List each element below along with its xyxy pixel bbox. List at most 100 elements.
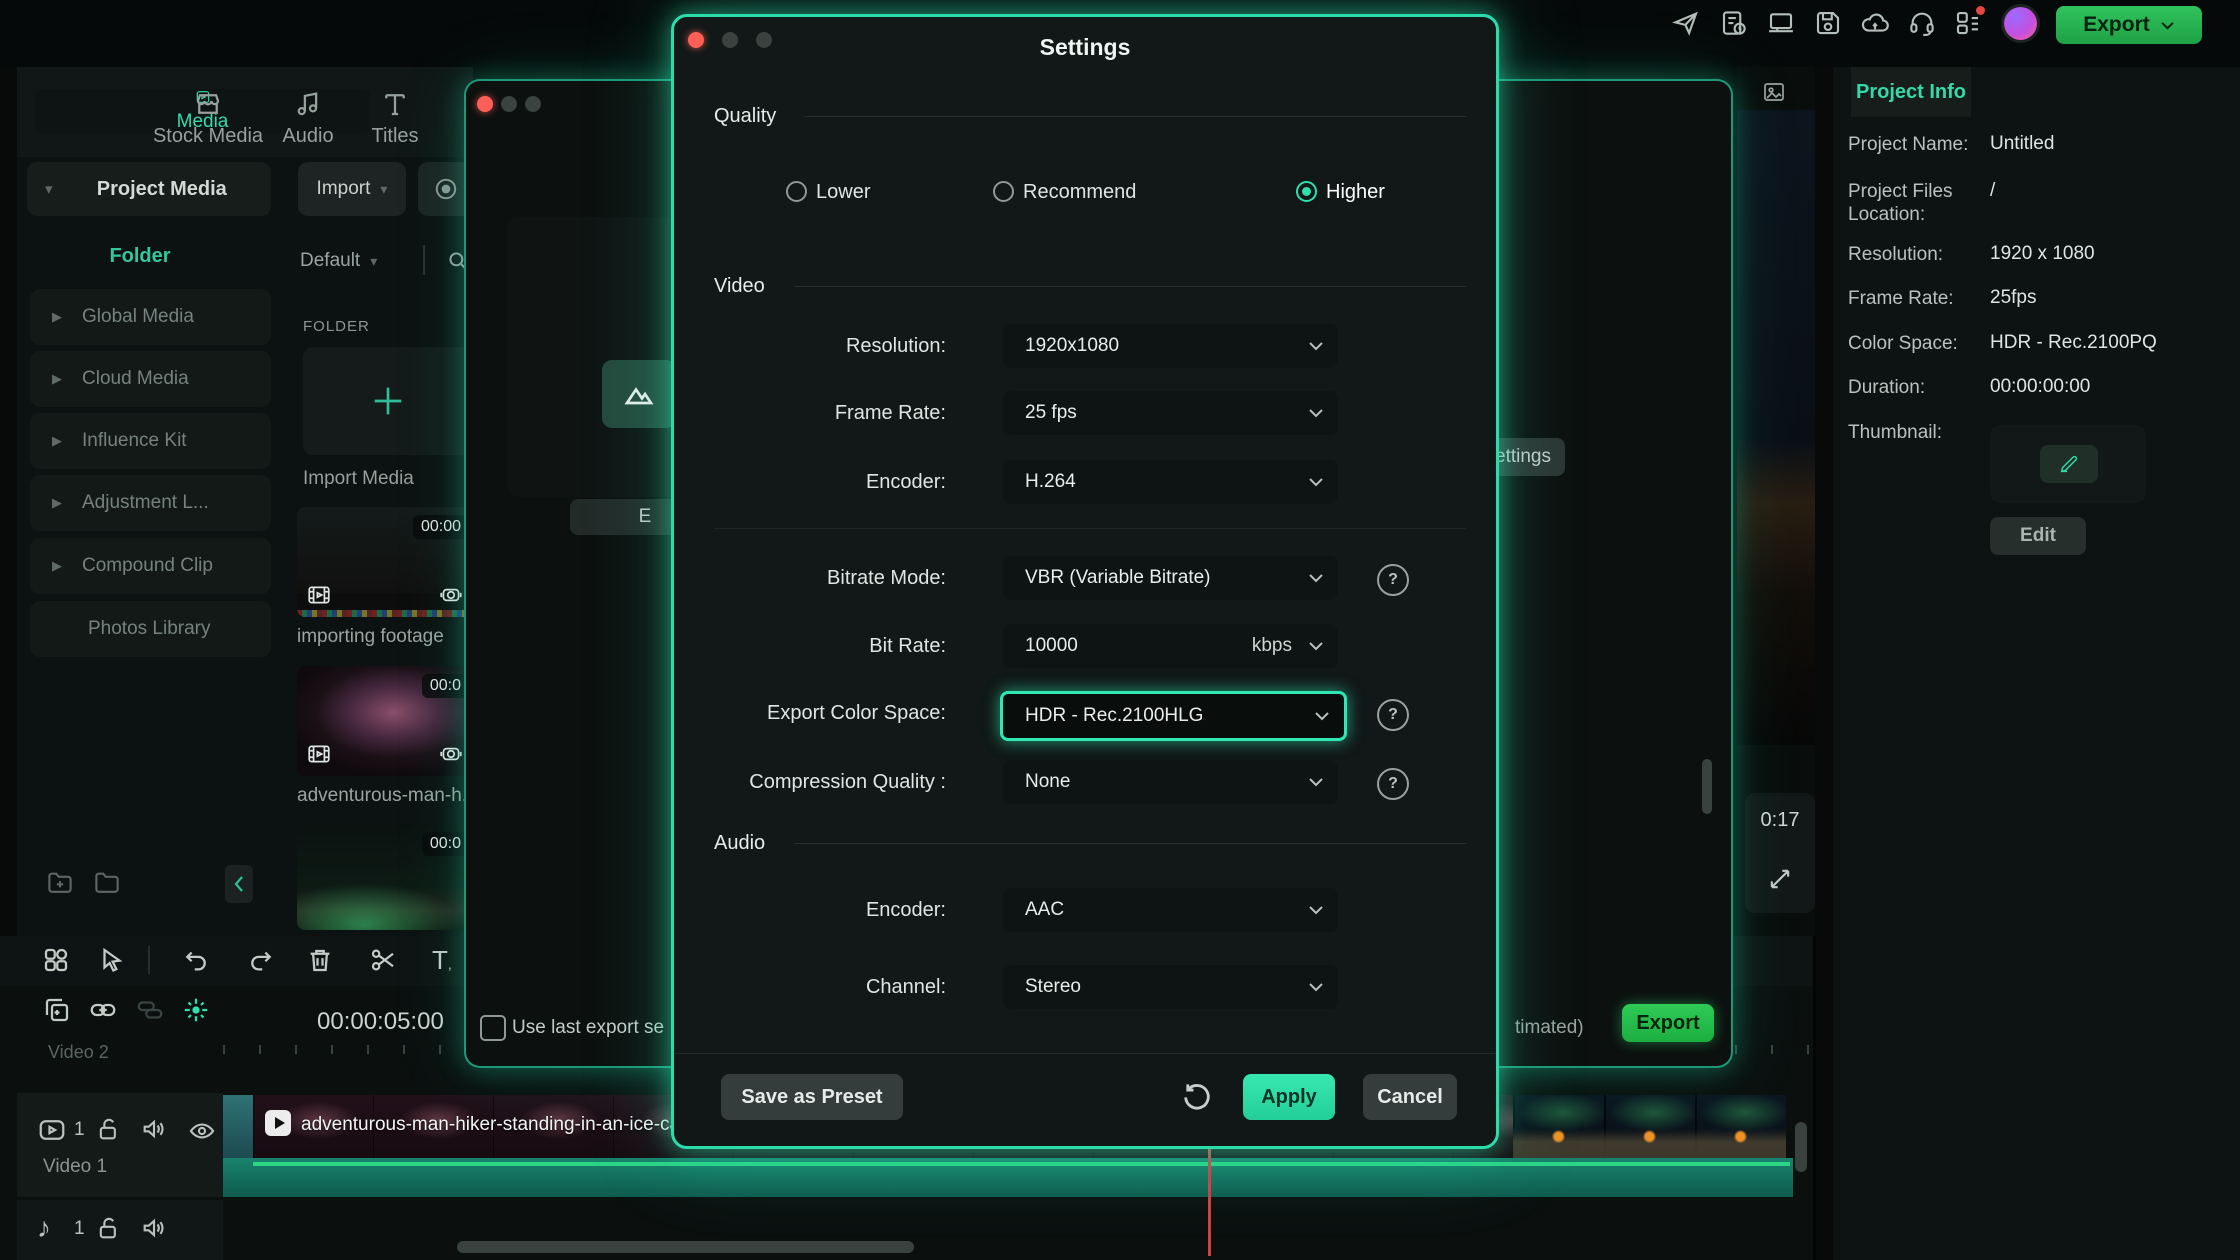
photo-icon[interactable] — [1760, 80, 1788, 104]
zoom-window-button[interactable] — [525, 96, 541, 112]
speaker-icon[interactable] — [140, 1214, 168, 1242]
detach-clip-icon[interactable] — [135, 995, 165, 1025]
project-media-label: Project Media — [53, 178, 271, 201]
timeline-timecode: 00:00:05:00 — [317, 1008, 444, 1036]
export-confirm-button[interactable]: Export — [1622, 1004, 1714, 1042]
media-item-thumbnail[interactable]: 00:0 — [297, 666, 473, 776]
export-color-space-select[interactable]: HDR - Rec.2100HLG — [1000, 691, 1347, 741]
bit-rate-unit[interactable]: kbps — [1252, 635, 1292, 657]
audio-encoder-select[interactable]: AAC — [1003, 888, 1338, 932]
plus-icon — [368, 381, 408, 421]
import-media-tile[interactable] — [303, 347, 473, 455]
caret-right-icon: ▶ — [52, 495, 62, 511]
horizontal-scrollbar[interactable] — [457, 1241, 914, 1253]
help-icon[interactable]: ? — [1377, 768, 1409, 800]
sidebar-item-cloud-media[interactable]: ▶ Cloud Media — [30, 351, 271, 407]
keyframe-marker-icon[interactable] — [181, 995, 211, 1025]
dialog-scrollbar[interactable] — [1702, 759, 1712, 814]
chevron-down-icon — [1308, 573, 1324, 583]
new-folder-icon[interactable] — [45, 868, 75, 898]
lock-open-icon[interactable] — [95, 1115, 123, 1143]
sort-dropdown[interactable]: Default ▾ — [300, 250, 377, 272]
media-panel: Media Stock Media Audio Titles Tran ▾ Pr… — [17, 67, 473, 936]
clip-fragment[interactable] — [223, 1095, 253, 1158]
header-export-button[interactable]: Export — [2056, 6, 2202, 44]
cancel-button[interactable]: Cancel — [1363, 1074, 1457, 1120]
folder-subtab[interactable]: Folder — [60, 245, 220, 268]
clip-play-icon[interactable] — [265, 1110, 291, 1136]
speaker-icon[interactable] — [140, 1115, 168, 1143]
timeline-clip-aurora[interactable] — [1513, 1095, 1786, 1158]
film-icon — [306, 582, 332, 608]
export-thumbnail-box — [507, 217, 690, 497]
workspace-grid-icon[interactable] — [1953, 8, 1983, 38]
cloud-sync-icon[interactable] — [1860, 8, 1890, 38]
resolution-select[interactable]: 1920x1080 — [1003, 324, 1338, 368]
help-icon[interactable]: ? — [1377, 564, 1409, 596]
elements-grid-icon[interactable] — [41, 945, 71, 975]
info-value: 1920 x 1080 — [1990, 243, 2095, 265]
split-scissors-icon[interactable] — [368, 945, 398, 975]
image-placeholder-icon — [602, 360, 676, 428]
audio-channel-select[interactable]: Stereo — [1003, 965, 1338, 1009]
device-icon[interactable] — [1766, 8, 1796, 38]
support-headset-icon[interactable] — [1907, 8, 1937, 38]
chevron-down-icon — [2160, 21, 2175, 30]
radio-label[interactable]: Lower — [816, 181, 870, 204]
sidebar-item-global-media[interactable]: ▶ Global Media — [30, 289, 271, 345]
bit-rate-value: 10000 — [1025, 635, 1078, 657]
task-list-icon[interactable] — [1719, 8, 1749, 38]
reset-icon[interactable] — [1179, 1079, 1213, 1113]
radio-label[interactable]: Recommend — [1023, 181, 1136, 204]
edit-thumbnail-button[interactable] — [2040, 445, 2098, 483]
caret-down-icon: ▾ — [380, 181, 387, 198]
sidebar-item-adjustment-layer[interactable]: ▶ Adjustment L... — [30, 475, 271, 531]
undo-icon[interactable] — [181, 945, 211, 975]
folder-icon[interactable] — [92, 868, 122, 898]
vertical-scrollbar[interactable] — [1795, 1122, 1807, 1172]
send-icon[interactable] — [1671, 8, 1701, 38]
link-clip-icon[interactable] — [88, 995, 118, 1025]
sidebar-item-compound-clip[interactable]: ▶ Compound Clip — [30, 538, 271, 594]
minimize-window-button[interactable] — [501, 96, 517, 112]
save-as-preset-button[interactable]: Save as Preset — [721, 1074, 903, 1120]
save-icon[interactable] — [1813, 8, 1843, 38]
radio-label[interactable]: Higher — [1326, 181, 1385, 204]
fullscreen-expand-icon[interactable] — [1766, 865, 1794, 893]
select-cursor-icon[interactable] — [97, 945, 127, 975]
delete-trash-icon[interactable] — [305, 945, 335, 975]
lock-open-icon[interactable] — [95, 1214, 123, 1242]
media-item-thumbnail[interactable]: 00:00 — [297, 507, 473, 617]
compression-quality-select[interactable]: None — [1003, 760, 1338, 804]
select-value: HDR - Rec.2100HLG — [1025, 705, 1203, 727]
radio-recommend[interactable] — [993, 181, 1014, 202]
text-tool-icon[interactable]: T, — [432, 945, 462, 975]
import-dropdown[interactable]: Import ▾ — [298, 162, 406, 216]
avatar[interactable] — [2004, 7, 2037, 40]
bitrate-mode-select[interactable]: VBR (Variable Bitrate) — [1003, 556, 1338, 600]
eye-icon[interactable] — [188, 1117, 216, 1145]
collapse-panel-button[interactable] — [225, 865, 253, 903]
edit-button[interactable]: Edit — [1990, 517, 2086, 555]
select-value: 1920x1080 — [1025, 335, 1119, 357]
radio-lower[interactable] — [786, 181, 807, 202]
tab-project-info[interactable]: Project Info — [1851, 67, 1971, 117]
sidebar-item-photos-library[interactable]: Photos Library — [30, 601, 271, 657]
sidebar-item-influence-kit[interactable]: ▶ Influence Kit — [30, 413, 271, 469]
info-label: Project Files Location: — [1848, 180, 1986, 226]
apply-button[interactable]: Apply — [1243, 1074, 1335, 1120]
row-label: Channel: — [674, 976, 946, 999]
use-last-export-checkbox[interactable] — [480, 1015, 506, 1041]
preview-timecode: 0:17 — [1745, 809, 1815, 832]
duplicate-clip-icon[interactable] — [42, 995, 72, 1025]
frame-rate-select[interactable]: 25 fps — [1003, 391, 1338, 435]
redo-icon[interactable] — [246, 945, 276, 975]
encoder-select[interactable]: H.264 — [1003, 460, 1338, 504]
help-icon[interactable]: ? — [1377, 699, 1409, 731]
close-window-button[interactable] — [477, 96, 493, 112]
media-item-thumbnail[interactable]: 00:0 — [297, 824, 473, 930]
radio-higher[interactable] — [1296, 181, 1317, 202]
project-media-dropdown[interactable]: ▾ Project Media — [27, 162, 271, 216]
bit-rate-input[interactable]: 10000 kbps — [1003, 624, 1338, 668]
select-value: VBR (Variable Bitrate) — [1025, 567, 1211, 589]
